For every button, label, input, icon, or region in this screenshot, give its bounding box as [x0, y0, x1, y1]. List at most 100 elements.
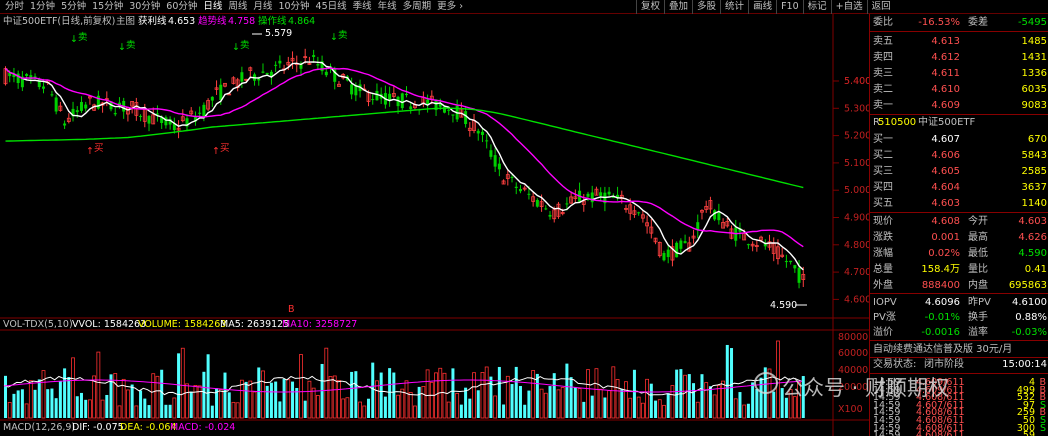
tab-period-2[interactable]: 5分钟: [58, 0, 89, 14]
tab-period-5[interactable]: 60分钟: [163, 0, 200, 14]
vol-bar: [383, 396, 387, 418]
candle-body: [447, 109, 451, 111]
bid-price: 4.607: [931, 134, 960, 145]
vol-bar: [4, 375, 7, 418]
vol-bar: [371, 362, 375, 418]
ask-price: 4.613: [931, 36, 960, 47]
vol-bar: [514, 366, 518, 418]
tool-button-6[interactable]: 标记: [802, 0, 831, 14]
tab-period-6[interactable]: 日线: [200, 0, 225, 14]
quote-value: 158.4万: [921, 264, 960, 275]
tab-period-9[interactable]: 10分钟: [275, 0, 312, 14]
status-label: 交易状态:: [873, 359, 917, 370]
vol-bar: [687, 374, 691, 418]
candle-body: [400, 93, 404, 109]
candle-body: [219, 84, 223, 101]
candle-body: [265, 72, 269, 75]
tab-period-3[interactable]: 15分钟: [89, 0, 126, 14]
quote-value: 0.02%: [928, 248, 960, 259]
status-time: 15:00:14: [1002, 359, 1047, 370]
vol-bar: [502, 404, 506, 418]
macd-value: MACD: -0.024: [170, 422, 235, 433]
ask-row: 卖四 4.612 1431: [870, 49, 1048, 66]
vol-bar: [746, 403, 750, 418]
tab-period-13[interactable]: 多周期: [400, 0, 435, 14]
quote-label: 现价: [873, 216, 893, 227]
tool-button-2[interactable]: 多股: [692, 0, 720, 14]
candle-body: [607, 191, 611, 195]
macd-info: MACD(12,26,9) DIF: -0.075 DEA: -0.064 MA…: [3, 422, 235, 433]
vol-bar: [105, 394, 109, 418]
tab-period-4[interactable]: 30分钟: [126, 0, 163, 14]
vol-bar: [725, 344, 729, 418]
tool-button-7[interactable]: +自选: [830, 0, 867, 14]
vol-bar: [84, 399, 88, 418]
vol-bar: [20, 389, 24, 418]
status-row: 交易状态: 闭市阶段 15:00:14: [870, 356, 1048, 373]
candle-body: [257, 78, 261, 81]
tick-cell: 59: [1022, 430, 1035, 436]
candle-body: [350, 84, 354, 95]
candle-body: [278, 60, 282, 64]
bid-price: 4.605: [931, 166, 960, 177]
tab-period-10[interactable]: 45日线: [313, 0, 350, 14]
tool-button-3[interactable]: 统计: [720, 0, 748, 14]
tab-period-1[interactable]: 1分钟: [27, 0, 58, 14]
quote-label: 涨跌: [873, 232, 893, 243]
tick-row: 14:59 4.608/611 59: [870, 429, 1048, 436]
macd-dif: DIF: -0.075: [72, 422, 124, 433]
tool-button-5[interactable]: F10: [776, 0, 803, 14]
macd-dea: DEA: -0.064: [120, 422, 177, 433]
tab-period-11[interactable]: 季线: [350, 0, 375, 14]
tab-period-0[interactable]: 分时: [2, 0, 27, 14]
tool-button-0[interactable]: 复权: [636, 0, 664, 14]
vol-ma5: MA5: 2639125: [220, 319, 289, 330]
quote-row: 外盘 888400 内盘 695863: [870, 277, 1048, 294]
candle-body: [797, 267, 801, 283]
candle-body: [464, 111, 468, 125]
tool-button-4[interactable]: 画线: [748, 0, 776, 14]
price-axis: 5.400 5.300 5.200 5.100 5.000 4.900 4.800 4.700…: [844, 76, 869, 305]
vol-bar: [177, 353, 181, 418]
vol-bar: [160, 369, 164, 418]
candle-body: [139, 115, 143, 117]
tool-button-8[interactable]: 返回: [866, 0, 895, 14]
vol-label: X100: [838, 404, 863, 415]
wechat-icon: [754, 372, 778, 394]
quote-value: 695863: [1008, 280, 1047, 291]
sell-signal: 卖: [338, 30, 348, 41]
tool-button-1[interactable]: 叠加: [664, 0, 692, 14]
vol-bar: [476, 390, 480, 418]
ask-volume: 6035: [1021, 84, 1047, 95]
vol-info: VOL-TDX(5,10) VVOL: 1584263 VOLUME: 1584…: [3, 319, 357, 330]
macd-name: MACD(12,26,9): [3, 422, 75, 433]
ask-label: 卖二: [873, 84, 893, 95]
status-value: 闭市阶段: [924, 359, 964, 370]
vol-bar: [666, 393, 670, 418]
candle-body: [548, 214, 552, 217]
quote-value: 4.626: [1018, 232, 1047, 243]
quote-row: 总量 158.4万 量比 0.41: [870, 261, 1048, 278]
tab-period-7[interactable]: 周线: [225, 0, 250, 14]
vol-bar: [392, 372, 396, 418]
ask-row: 卖一 4.609 9083: [870, 97, 1048, 114]
tab-period-14[interactable]: 更多 ›: [434, 0, 466, 14]
period-toolbar: 分时 1分钟 5分钟 15分钟 30分钟 60分钟 日线 周线 月线 10分钟 45日线 季线 年线 多周…: [0, 0, 1048, 14]
bid-label: 买三: [873, 166, 893, 177]
tab-period-8[interactable]: 月线: [250, 0, 275, 14]
price-label: 5.300: [844, 103, 869, 114]
vol-bar: [535, 373, 539, 418]
vol-bar: [75, 396, 79, 418]
candle-body: [442, 106, 446, 113]
candle-body: [240, 72, 244, 82]
candle-body: [662, 252, 666, 261]
vol-bar: [654, 400, 658, 418]
kline-chart[interactable]: 中证500ETF(日线,前复权) 主图 获利线 4.653 趋势线 4.758 …: [0, 14, 869, 436]
quote-label: 今开: [968, 216, 988, 227]
tool-tabs: 复权 叠加 多股 统计 画线 F10 标记 +自选 返回: [636, 0, 895, 14]
tab-period-12[interactable]: 年线: [375, 0, 400, 14]
vol-bar: [63, 368, 67, 418]
stock-code: 510500: [878, 117, 917, 128]
candle-body: [409, 106, 413, 110]
candle-body: [510, 176, 514, 178]
